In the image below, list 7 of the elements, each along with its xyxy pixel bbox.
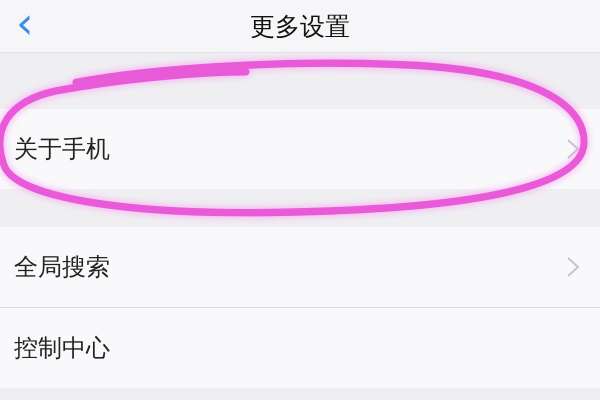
item-label: 控制中心 <box>14 333 110 364</box>
page-title: 更多设置 <box>250 10 350 42</box>
settings-item[interactable]: 关于手机 <box>0 109 600 189</box>
settings-item[interactable]: 控制中心 <box>0 307 600 388</box>
item-label: 全局搜索 <box>14 252 110 283</box>
item-label: 关于手机 <box>14 134 110 165</box>
settings-item[interactable]: 全局搜索 <box>0 227 600 307</box>
